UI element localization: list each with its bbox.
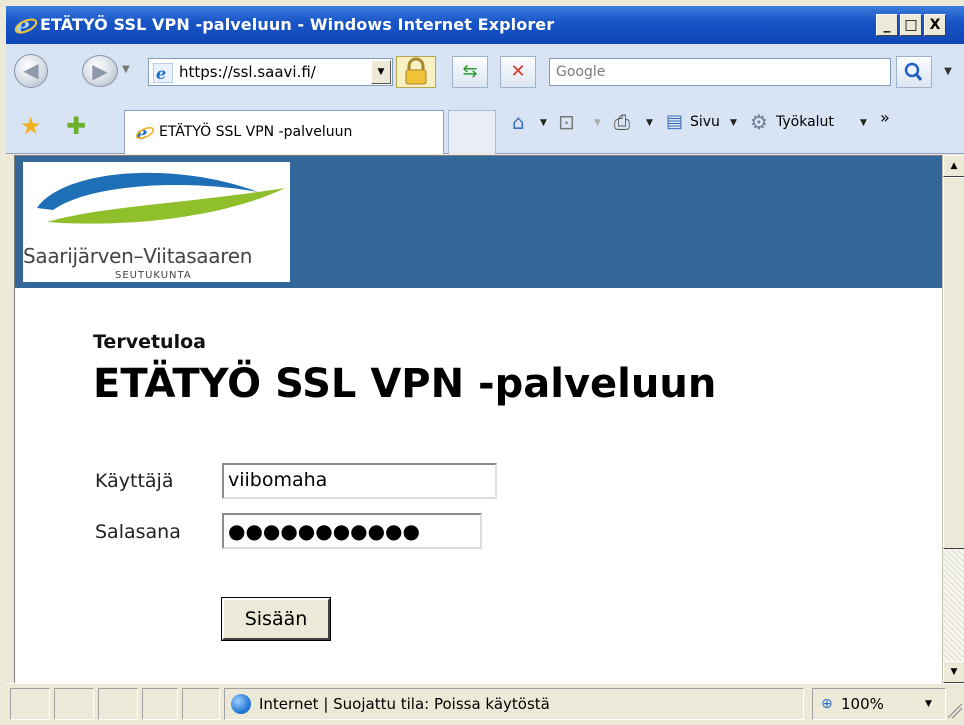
scroll-down-arrow-icon[interactable]: ▼	[943, 661, 964, 683]
tools-dropdown-arrow: ▼	[860, 118, 867, 128]
search-options-dropdown[interactable]: ▼	[936, 58, 960, 86]
feeds-icon[interactable]: ⊡	[558, 110, 575, 134]
status-cell	[10, 688, 50, 720]
maximize-button[interactable]: □	[900, 14, 922, 36]
svg-text:e: e	[156, 64, 166, 83]
page-ie-icon: e	[153, 63, 173, 83]
status-cell	[142, 688, 178, 720]
zoom-icon: ⊕	[821, 696, 833, 712]
password-label: Salasana	[95, 521, 181, 543]
password-field[interactable]: ●●●●●●●●●●●	[222, 513, 482, 549]
tab-active[interactable]: e ETÄTYÖ SSL VPN -palveluun	[124, 110, 444, 154]
address-url: https://ssl.saavi.fi/	[179, 63, 316, 81]
ie-logo-icon: e	[14, 13, 38, 37]
chevron-overflow-icon[interactable]: »	[880, 108, 890, 127]
favorites-star-icon[interactable]: ★	[20, 114, 42, 138]
status-bar: Internet | Suojattu tila: Poissa käytöst…	[6, 683, 964, 725]
vertical-scrollbar[interactable]: ▲ ▼	[942, 155, 964, 683]
new-tab-button[interactable]	[448, 110, 496, 154]
scroll-up-arrow-icon[interactable]: ▲	[943, 155, 964, 177]
resize-grip-icon[interactable]	[948, 704, 962, 718]
address-dropdown[interactable]: ▼	[371, 60, 391, 84]
security-zone[interactable]: Internet | Suojattu tila: Poissa käytöst…	[224, 688, 804, 720]
title-bar: e ETÄTYÖ SSL VPN -palveluun - Windows In…	[6, 6, 964, 44]
zoom-control[interactable]: ⊕ 100% ▼	[812, 688, 946, 720]
scroll-track[interactable]	[943, 549, 964, 661]
back-button[interactable]: ◀	[14, 54, 48, 88]
site-header: Saarijärven–Viitasaaren SEUTUKUNTA	[15, 156, 942, 288]
recent-pages-dropdown[interactable]: ▼	[122, 64, 130, 75]
zoom-dropdown[interactable]: ▼	[925, 699, 932, 709]
home-icon[interactable]: ⌂	[512, 110, 525, 134]
logo-wave-icon	[37, 172, 285, 224]
home-dropdown[interactable]: ▼	[540, 118, 547, 128]
magnifier-icon	[904, 62, 923, 81]
close-button[interactable]: X	[924, 14, 946, 36]
status-cell	[182, 688, 220, 720]
feeds-dropdown[interactable]: ▼	[594, 118, 601, 128]
favorites-tab-bar: ★ ✚ e ETÄTYÖ SSL VPN -palveluun ⌂ ▼ ⊡ ▼ …	[6, 100, 964, 154]
print-icon[interactable]: ⎙	[614, 110, 630, 134]
forward-arrow-icon: ▶	[92, 59, 108, 83]
welcome-text: Tervetuloa	[93, 331, 206, 353]
page-dropdown-arrow: ▼	[730, 118, 737, 128]
logo-title: Saarijärven–Viitasaaren	[23, 244, 253, 268]
search-button[interactable]	[896, 56, 932, 88]
tools-gear-icon: ⚙	[750, 110, 768, 134]
browser-window: e ETÄTYÖ SSL VPN -palveluun - Windows In…	[0, 0, 964, 725]
security-lock-button[interactable]	[396, 56, 436, 88]
globe-icon	[231, 694, 251, 714]
page-title: ETÄTYÖ SSL VPN -palveluun	[93, 361, 717, 407]
scroll-thumb[interactable]	[943, 177, 964, 549]
tab-ie-icon: e	[135, 123, 155, 142]
username-label: Käyttäjä	[95, 470, 174, 492]
back-arrow-icon: ◀	[23, 58, 39, 82]
window-title: ETÄTYÖ SSL VPN -palveluun - Windows Inte…	[40, 15, 555, 34]
address-field[interactable]: e https://ssl.saavi.fi/ ▼	[148, 58, 393, 86]
lock-icon	[405, 57, 427, 85]
search-input[interactable]: Google	[549, 58, 891, 86]
tools-menu[interactable]: Työkalut	[776, 114, 834, 130]
username-field[interactable]: viibomaha	[222, 463, 497, 499]
tab-label: ETÄTYÖ SSL VPN -palveluun	[159, 124, 353, 140]
stop-button[interactable]: ✕	[500, 56, 536, 88]
zoom-level: 100%	[841, 695, 884, 713]
refresh-icon: ⇆	[462, 61, 478, 82]
refresh-button[interactable]: ⇆	[452, 56, 488, 88]
minimize-button[interactable]: _	[876, 14, 898, 36]
forward-button[interactable]: ▶	[82, 55, 118, 87]
page-content: Saarijärven–Viitasaaren SEUTUKUNTA Terve…	[14, 155, 942, 683]
stop-icon: ✕	[510, 61, 526, 82]
region-logo: Saarijärven–Viitasaaren SEUTUKUNTA	[23, 162, 290, 282]
logo-subtitle: SEUTUKUNTA	[115, 270, 192, 281]
login-button[interactable]: Sisään	[221, 597, 331, 641]
add-favorites-icon[interactable]: ✚	[66, 114, 86, 138]
address-toolbar: ◀ ▶ ▼ e https://ssl.saavi.fi/ ▼ ⇆ ✕ Goog…	[6, 44, 964, 100]
status-cell	[98, 688, 138, 720]
zone-text: Internet | Suojattu tila: Poissa käytöst…	[259, 695, 550, 713]
status-cell	[54, 688, 94, 720]
print-dropdown[interactable]: ▼	[646, 118, 653, 128]
page-icon: ▤	[666, 111, 684, 132]
page-menu[interactable]: Sivu	[690, 114, 720, 130]
